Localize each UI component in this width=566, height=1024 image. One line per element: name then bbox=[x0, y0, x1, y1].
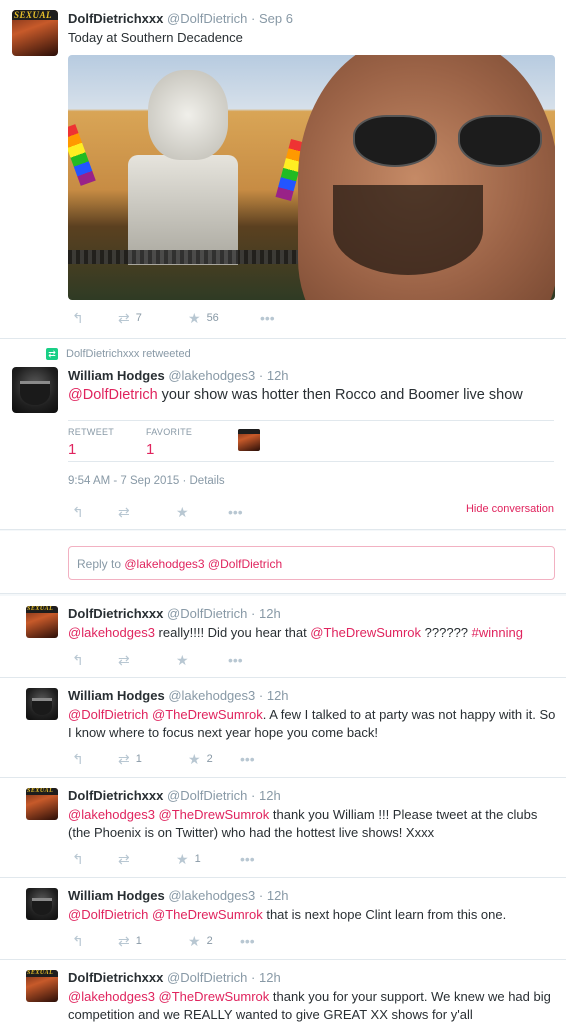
avatar-dolf[interactable]: SEXUAL bbox=[26, 788, 58, 820]
tweet-header: DolfDietrichxxx @DolfDietrich · 12h bbox=[68, 970, 281, 985]
rainbow-flag bbox=[68, 124, 96, 186]
more-icon[interactable]: ••• bbox=[240, 752, 255, 766]
retweet-count: 7 bbox=[135, 312, 142, 324]
favorite-stat[interactable]: FAVORITE 1 bbox=[146, 427, 192, 458]
tweet-text: @lakehodges3 @TheDrewSumrok thank you fo… bbox=[68, 989, 551, 1022]
tweet-timestamp: 9:54 AM - 7 Sep 2015 · Details bbox=[68, 475, 225, 487]
tweet-actions: ↰ ⇄ 1 ★ 2 ••• bbox=[72, 933, 255, 949]
more-icon[interactable]: ••• bbox=[228, 505, 243, 519]
more-icon[interactable]: ••• bbox=[240, 852, 255, 866]
star-icon[interactable]: ★ bbox=[188, 311, 201, 325]
tweet-actions: ↰ ⇄ 1 ★ 2 ••• bbox=[72, 751, 255, 767]
focused-actions: ↰ ⇄ ★ ••• bbox=[68, 505, 368, 521]
reply-input[interactable]: Reply to @lakehodges3 @DolfDietrich bbox=[68, 546, 555, 580]
statue-pedestal bbox=[128, 155, 238, 265]
retweet-icon[interactable]: ⇄ bbox=[118, 311, 130, 325]
retweet-icon[interactable]: ⇄ bbox=[118, 653, 130, 667]
tweet-text: @lakehodges3 really!!!! Did you hear tha… bbox=[68, 625, 523, 640]
beard bbox=[333, 185, 483, 275]
favorite-count: 56 bbox=[206, 312, 219, 324]
reply-tweet[interactable]: William Hodges @lakehodges3 · 12h @DolfD… bbox=[0, 678, 566, 778]
tweet-header: William Hodges @lakehodges3 · 12h bbox=[68, 888, 289, 903]
tweet-time[interactable]: 12h bbox=[267, 368, 289, 383]
avatar-logo: SEXUAL bbox=[27, 788, 54, 794]
tweet-actions: ↰ ⇄ ★ 1 ••• bbox=[72, 851, 255, 867]
retweet-icon[interactable]: ⇄ bbox=[118, 852, 130, 866]
retweet-stat[interactable]: RETWEET 1 bbox=[68, 427, 114, 458]
retweet-icon: ⇄ bbox=[46, 348, 58, 360]
tweet-time[interactable]: Sep 6 bbox=[259, 11, 293, 26]
tweet-header: DolfDietrichxxx @DolfDietrich · 12h bbox=[68, 788, 281, 803]
tweet-actions: ↰ ⇄ ★ ••• bbox=[68, 653, 368, 669]
sunglasses bbox=[353, 115, 553, 175]
star-icon[interactable]: ★ bbox=[176, 505, 189, 519]
tweet-photo[interactable] bbox=[68, 55, 555, 300]
star-icon[interactable]: ★ bbox=[188, 752, 201, 766]
avatar-dolf[interactable]: SEXUAL bbox=[26, 970, 58, 1002]
reply-tweet[interactable]: William Hodges @lakehodges3 · 12h @DolfD… bbox=[0, 878, 566, 960]
avatar-logo: SEXUAL bbox=[14, 10, 53, 20]
author-name[interactable]: William Hodges bbox=[68, 368, 165, 383]
details-link[interactable]: Details bbox=[190, 475, 225, 487]
tweet-text: @DolfDietrich @TheDrewSumrok that is nex… bbox=[68, 907, 507, 922]
tweet-header: DolfDietrichxxx @DolfDietrich · Sep 6 bbox=[68, 11, 293, 26]
reply-icon[interactable]: ↰ bbox=[72, 311, 84, 325]
reply-icon[interactable]: ↰ bbox=[72, 505, 84, 519]
focused-header: William Hodges @lakehodges3 · 12h bbox=[68, 368, 289, 383]
reply-icon[interactable]: ↰ bbox=[72, 653, 84, 667]
favoriter-avatar[interactable] bbox=[238, 429, 260, 451]
focused-text: @DolfDietrich your show was hotter then … bbox=[68, 387, 523, 403]
tweet-header: DolfDietrichxxx @DolfDietrich · 12h bbox=[68, 606, 281, 621]
avatar-logo: SEXUAL bbox=[27, 970, 54, 976]
star-icon[interactable]: ★ bbox=[176, 653, 189, 667]
star-icon[interactable]: ★ bbox=[176, 852, 189, 866]
author-handle[interactable]: @lakehodges3 bbox=[168, 368, 255, 383]
tweet-header: William Hodges @lakehodges3 · 12h bbox=[68, 688, 289, 703]
avatar-dolf[interactable]: SEXUAL bbox=[12, 10, 58, 56]
avatar-william[interactable] bbox=[12, 367, 58, 413]
author-handle[interactable]: @DolfDietrich bbox=[167, 11, 247, 26]
tweet-text: Today at Southern Decadence bbox=[68, 30, 243, 45]
more-icon[interactable]: ••• bbox=[228, 653, 243, 667]
reply-tweet[interactable]: SEXUAL DolfDietrichxxx @DolfDietrich · 1… bbox=[0, 960, 566, 1024]
retweet-icon[interactable]: ⇄ bbox=[118, 505, 130, 519]
tweet-text: @DolfDietrich @TheDrewSumrok. A few I ta… bbox=[68, 707, 556, 740]
star-icon[interactable]: ★ bbox=[188, 934, 201, 948]
statue-head bbox=[148, 70, 228, 160]
author-name[interactable]: DolfDietrichxxx bbox=[68, 11, 163, 26]
avatar-william[interactable] bbox=[26, 688, 58, 720]
reply-icon[interactable]: ↰ bbox=[72, 852, 84, 866]
retweet-icon[interactable]: ⇄ bbox=[118, 752, 130, 766]
mention-link[interactable]: @DolfDietrich bbox=[68, 387, 158, 403]
retweet-icon[interactable]: ⇄ bbox=[118, 934, 130, 948]
tweet-text: @lakehodges3 @TheDrewSumrok thank you Wi… bbox=[68, 807, 538, 840]
tweet-stats: RETWEET 1 FAVORITE 1 bbox=[68, 420, 554, 462]
reply-icon[interactable]: ↰ bbox=[72, 934, 84, 948]
reply-icon[interactable]: ↰ bbox=[72, 752, 84, 766]
reply-tweet[interactable]: SEXUAL DolfDietrichxxx @DolfDietrich · 1… bbox=[0, 778, 566, 878]
reply-tweet[interactable]: SEXUAL DolfDietrichxxx @DolfDietrich · 1… bbox=[0, 596, 566, 678]
tweet-1[interactable]: SEXUAL DolfDietrichxxx @DolfDietrich · S… bbox=[0, 0, 566, 339]
retweet-banner: ⇄ DolfDietrichxxx retweeted bbox=[46, 348, 191, 360]
avatar-logo: SEXUAL bbox=[27, 606, 54, 612]
avatar-dolf[interactable]: SEXUAL bbox=[26, 606, 58, 638]
more-icon[interactable]: ••• bbox=[240, 934, 255, 948]
tweet-actions: ↰ ⇄ 7 ★ 56 ••• bbox=[68, 311, 368, 327]
hide-conversation-link[interactable]: Hide conversation bbox=[466, 503, 554, 515]
more-icon[interactable]: ••• bbox=[260, 311, 275, 325]
avatar-william[interactable] bbox=[26, 888, 58, 920]
